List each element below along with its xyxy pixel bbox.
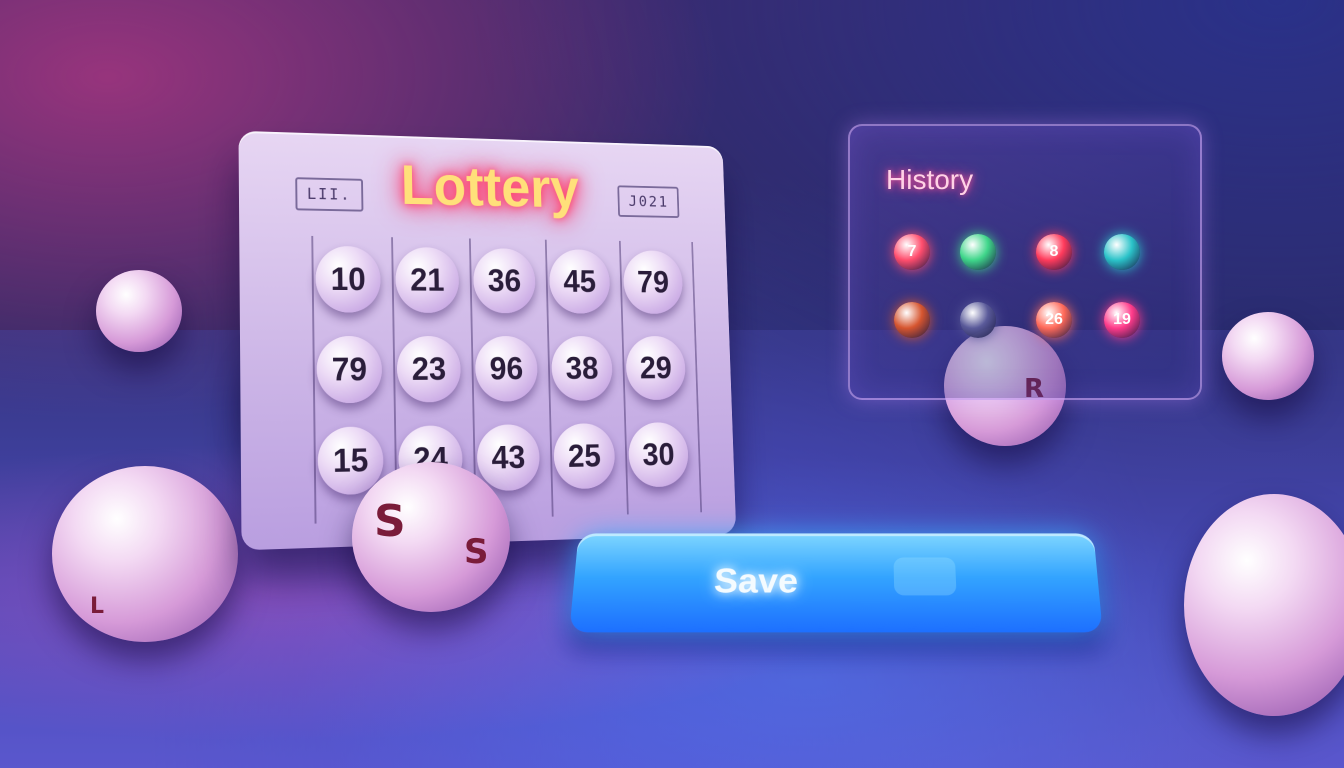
history-result-3[interactable]: 8 [1036, 234, 1072, 270]
number-ball[interactable]: 96 [474, 336, 539, 402]
number-ball[interactable]: 36 [472, 248, 536, 314]
history-result-1[interactable]: 7 [894, 234, 930, 270]
save-button-label: Save [713, 561, 799, 601]
lottery-ball-front-left: L [52, 466, 238, 642]
history-result-2[interactable] [960, 234, 996, 270]
background-ball-right [1222, 312, 1314, 400]
number-ball[interactable]: 21 [395, 246, 460, 313]
number-ball[interactable]: 38 [550, 336, 614, 401]
lottery-ball-front-center: S S [352, 462, 510, 612]
board-tag-right: J021 [617, 185, 680, 219]
number-ball[interactable]: 43 [476, 424, 541, 492]
history-panel: History 7 8 26 19 [848, 124, 1202, 400]
number-ball[interactable]: 29 [625, 336, 687, 401]
save-button[interactable]: Save [569, 533, 1103, 633]
number-ball[interactable]: 79 [316, 336, 383, 404]
history-result-6[interactable] [960, 302, 996, 338]
background-ball-left [96, 270, 182, 352]
number-ball[interactable]: 10 [315, 245, 381, 313]
number-grid: 10 21 36 45 79 79 23 96 38 29 15 24 43 2… [307, 240, 696, 518]
number-ball[interactable]: 25 [553, 423, 616, 490]
history-title: History [886, 164, 974, 195]
number-ball[interactable]: 23 [396, 336, 462, 403]
number-ball[interactable]: 45 [548, 249, 611, 314]
history-result-8[interactable]: 19 [1104, 302, 1140, 338]
history-result-7[interactable]: 26 [1036, 302, 1072, 338]
number-ball[interactable]: 30 [627, 422, 690, 488]
history-result-5[interactable] [894, 302, 930, 338]
number-ball[interactable]: 79 [622, 250, 684, 314]
save-icon [893, 557, 957, 596]
history-result-4[interactable] [1104, 234, 1140, 270]
